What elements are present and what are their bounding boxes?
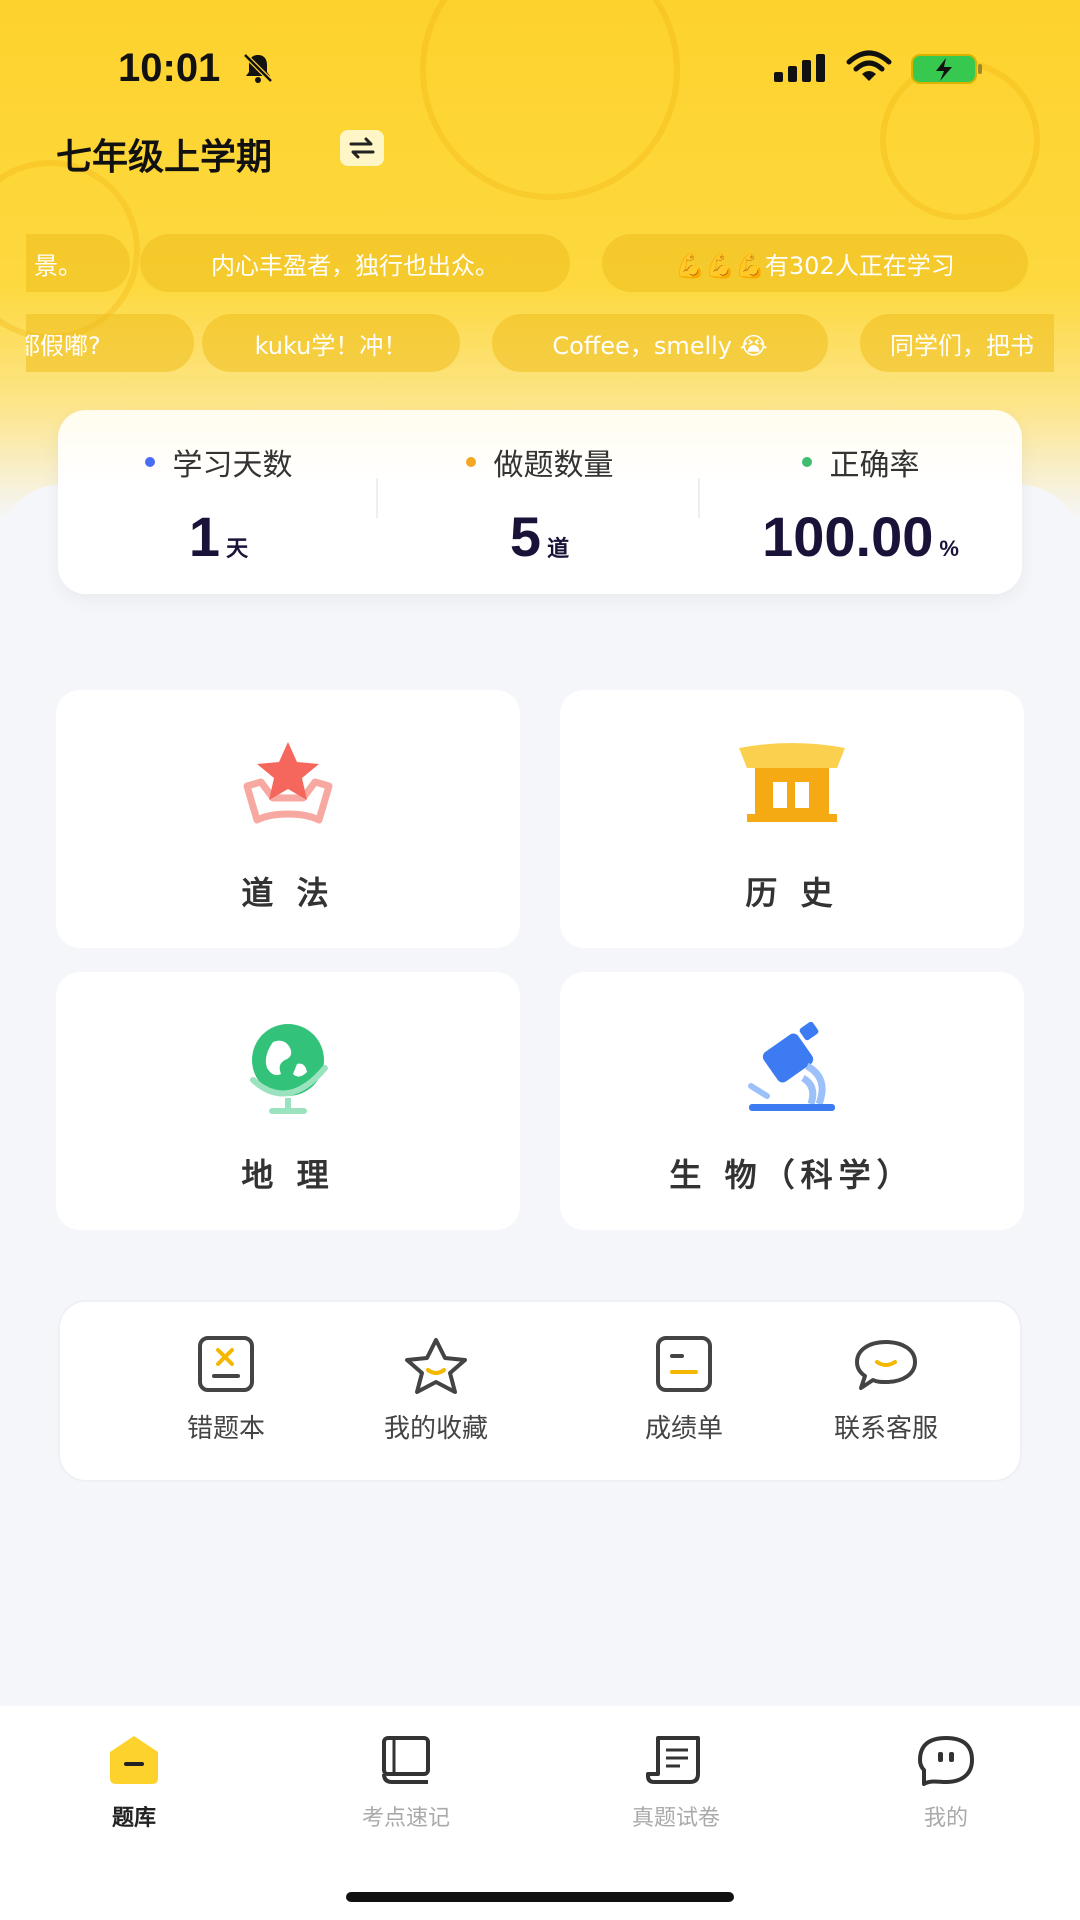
status-bar: 10:01	[0, 40, 1080, 100]
book-icon	[296, 1734, 516, 1790]
star-icon	[336, 1336, 536, 1396]
marquee-pill: 内心丰盈者，独行也出众。	[140, 234, 570, 292]
bell-muted-icon	[240, 50, 276, 90]
tool-customer-service[interactable]: 联系客服	[786, 1336, 986, 1445]
tool-wrong-book[interactable]: 错题本	[126, 1336, 326, 1445]
stat-label: 学习天数	[172, 448, 293, 483]
marquee-pill: 💪💪💪有302人正在学习	[602, 234, 1028, 292]
marquee-pill: 同学们，把书	[860, 314, 1054, 372]
star-ribbon-icon	[56, 738, 520, 838]
nav-label: 题库	[111, 1806, 156, 1831]
orange-dot-icon	[465, 457, 476, 467]
profile-face-icon	[836, 1734, 1056, 1790]
subject-card-geography[interactable]: 地 理	[56, 972, 520, 1230]
stat-unit: 道	[547, 536, 570, 561]
chat-bubble-icon	[786, 1336, 986, 1396]
home-indicator[interactable]	[346, 1892, 734, 1902]
stat-study-days: 学习天数 1天	[58, 440, 379, 569]
wifi-icon	[846, 50, 892, 88]
stat-label: 做题数量	[493, 448, 614, 483]
scroll-icon	[566, 1734, 786, 1790]
marquee-pill: 都假嘟?	[26, 314, 194, 372]
tools-card: 错题本 我的收藏 成绩单 联系客服	[58, 1300, 1022, 1482]
tool-report-card[interactable]: 成绩单	[584, 1336, 784, 1445]
tool-label: 我的收藏	[383, 1414, 488, 1444]
tool-favorites[interactable]: 我的收藏	[336, 1336, 536, 1445]
signal-icon	[774, 54, 828, 86]
tool-label: 错题本	[186, 1414, 265, 1444]
marquee-row-2: 都假嘟? kuku学！冲！ Coffee，smelly 😭 同学们，把书	[26, 314, 1054, 372]
microscope-icon	[560, 1020, 1024, 1120]
stat-accuracy: 正确率 100.00%	[700, 440, 1021, 569]
stat-value: 100.00	[762, 505, 934, 568]
stats-card: 学习天数 1天 做题数量 5道 正确率 100.00%	[58, 410, 1022, 594]
stat-unit: %	[939, 536, 959, 561]
subject-card-history[interactable]: 历 史	[560, 690, 1024, 948]
report-icon	[584, 1336, 784, 1396]
pavilion-icon	[560, 738, 1024, 838]
nav-label: 真题试卷	[631, 1806, 720, 1831]
stat-question-count: 做题数量 5道	[379, 440, 700, 569]
blue-dot-icon	[144, 457, 155, 467]
divider	[376, 478, 378, 518]
bottom-nav: 题库 考点速记 真题试卷 我的	[0, 1706, 1080, 1920]
globe-icon	[56, 1020, 520, 1120]
subject-card-daofa[interactable]: 道 法	[56, 690, 520, 948]
stat-unit: 天	[226, 536, 249, 561]
nav-label: 考点速记	[361, 1806, 450, 1831]
marquee-pill: Coffee，smelly 😭	[492, 314, 828, 372]
stat-value: 1	[188, 505, 221, 568]
subject-label: 道 法	[241, 874, 335, 912]
marquee-row-1: 景。 内心丰盈者，独行也出众。 💪💪💪有302人正在学习	[26, 234, 1054, 292]
tool-label: 联系客服	[833, 1414, 938, 1444]
marquee-pill: kuku学！冲！	[202, 314, 460, 372]
nav-key-points[interactable]: 考点速记	[296, 1734, 516, 1832]
swap-icon[interactable]	[340, 130, 384, 166]
subject-card-biology[interactable]: 生 物（科学）	[560, 972, 1024, 1230]
subject-label: 生 物（科学）	[669, 1156, 915, 1194]
subject-label: 历 史	[745, 874, 839, 912]
nav-profile[interactable]: 我的	[836, 1734, 1056, 1832]
battery-charging-icon	[910, 52, 984, 90]
status-time: 10:01	[118, 46, 221, 90]
marquee-pill: 景。	[26, 234, 130, 292]
wrong-book-icon	[126, 1336, 326, 1396]
home-icon	[24, 1734, 244, 1790]
green-dot-icon	[801, 457, 812, 467]
tool-label: 成绩单	[644, 1414, 723, 1444]
subject-label: 地 理	[241, 1156, 335, 1194]
grade-title[interactable]: 七年级上学期	[56, 128, 272, 180]
nav-label: 我的	[923, 1806, 968, 1831]
nav-question-bank[interactable]: 题库	[24, 1734, 244, 1832]
stat-value: 5	[509, 505, 542, 568]
nav-past-papers[interactable]: 真题试卷	[566, 1734, 786, 1832]
stat-label: 正确率	[829, 448, 920, 483]
